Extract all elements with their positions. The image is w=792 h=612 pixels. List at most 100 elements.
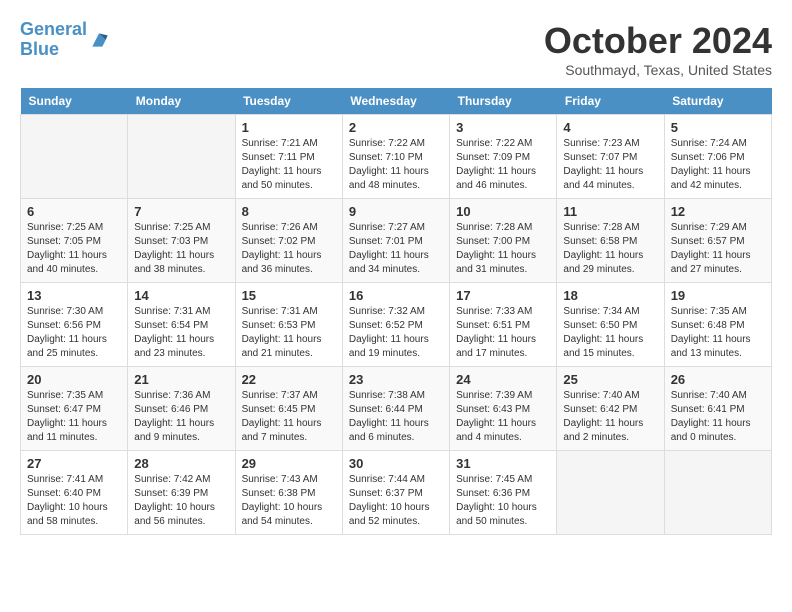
day-number: 10: [456, 204, 550, 219]
logo-icon: [89, 30, 109, 50]
day-info: Sunrise: 7:37 AM Sunset: 6:45 PM Dayligh…: [242, 389, 336, 445]
calendar-cell: [21, 115, 128, 199]
calendar-cell: 23 Sunrise: 7:38 AM Sunset: 6:44 PM Dayli…: [342, 367, 449, 451]
calendar-cell: [664, 451, 771, 535]
day-info: Sunrise: 7:33 AM Sunset: 6:51 PM Dayligh…: [456, 305, 550, 361]
month-title: October 2024: [544, 20, 772, 62]
day-number: 5: [671, 120, 765, 135]
logo-general: General: [20, 19, 87, 39]
day-info: Sunrise: 7:35 AM Sunset: 6:47 PM Dayligh…: [27, 389, 121, 445]
calendar-cell: 11Sunrise: 7:28 AM Sunset: 6:58 PM Dayli…: [557, 199, 664, 283]
logo-text: General Blue: [20, 20, 87, 60]
day-number: 15: [242, 288, 336, 303]
calendar-cell: 25 Sunrise: 7:40 AM Sunset: 6:42 PM Dayli…: [557, 367, 664, 451]
calendar-cell: 7Sunrise: 7:25 AM Sunset: 7:03 PM Daylig…: [128, 199, 235, 283]
day-info: Sunrise: 7:32 AM Sunset: 6:52 PM Dayligh…: [349, 305, 443, 361]
calendar-cell: 31 Sunrise: 7:45 AM Sunset: 6:36 PM Dayli…: [450, 451, 557, 535]
day-info: Sunrise: 7:40 AM Sunset: 6:42 PM Dayligh…: [563, 389, 657, 445]
calendar-cell: 24 Sunrise: 7:39 AM Sunset: 6:43 PM Dayli…: [450, 367, 557, 451]
day-info: Sunrise: 7:34 AM Sunset: 6:50 PM Dayligh…: [563, 305, 657, 361]
week-row-5: 27 Sunrise: 7:41 AM Sunset: 6:40 PM Dayli…: [21, 451, 772, 535]
day-number: 18: [563, 288, 657, 303]
header-wednesday: Wednesday: [342, 88, 449, 115]
week-row-1: 1Sunrise: 7:21 AM Sunset: 7:11 PM Daylig…: [21, 115, 772, 199]
calendar-cell: 6 Sunrise: 7:25 AM Sunset: 7:05 PM Daylig…: [21, 199, 128, 283]
day-number: 29: [242, 456, 336, 471]
calendar-cell: 13 Sunrise: 7:30 AM Sunset: 6:56 PM Dayli…: [21, 283, 128, 367]
calendar-cell: 22 Sunrise: 7:37 AM Sunset: 6:45 PM Dayli…: [235, 367, 342, 451]
day-number: 17: [456, 288, 550, 303]
calendar-cell: 4Sunrise: 7:23 AM Sunset: 7:07 PM Daylig…: [557, 115, 664, 199]
day-number: 8: [242, 204, 336, 219]
day-info: Sunrise: 7:31 AM Sunset: 6:53 PM Dayligh…: [242, 305, 336, 361]
day-info: Sunrise: 7:25 AM Sunset: 7:05 PM Dayligh…: [27, 221, 121, 277]
calendar-body: 1Sunrise: 7:21 AM Sunset: 7:11 PM Daylig…: [21, 115, 772, 535]
day-info: Sunrise: 7:27 AM Sunset: 7:01 PM Dayligh…: [349, 221, 443, 277]
day-number: 19: [671, 288, 765, 303]
day-number: 31: [456, 456, 550, 471]
day-info: Sunrise: 7:40 AM Sunset: 6:41 PM Dayligh…: [671, 389, 765, 445]
calendar-cell: 9 Sunrise: 7:27 AM Sunset: 7:01 PM Daylig…: [342, 199, 449, 283]
day-info: Sunrise: 7:35 AM Sunset: 6:48 PM Dayligh…: [671, 305, 765, 361]
calendar-cell: 8 Sunrise: 7:26 AM Sunset: 7:02 PM Daylig…: [235, 199, 342, 283]
day-number: 30: [349, 456, 443, 471]
calendar-cell: 20Sunrise: 7:35 AM Sunset: 6:47 PM Dayli…: [21, 367, 128, 451]
calendar-cell: 3 Sunrise: 7:22 AM Sunset: 7:09 PM Daylig…: [450, 115, 557, 199]
header-monday: Monday: [128, 88, 235, 115]
day-number: 3: [456, 120, 550, 135]
day-number: 24: [456, 372, 550, 387]
calendar-cell: 26Sunrise: 7:40 AM Sunset: 6:41 PM Dayli…: [664, 367, 771, 451]
day-info: Sunrise: 7:24 AM Sunset: 7:06 PM Dayligh…: [671, 137, 765, 193]
calendar-cell: 2Sunrise: 7:22 AM Sunset: 7:10 PM Daylig…: [342, 115, 449, 199]
day-info: Sunrise: 7:41 AM Sunset: 6:40 PM Dayligh…: [27, 473, 121, 529]
day-info: Sunrise: 7:21 AM Sunset: 7:11 PM Dayligh…: [242, 137, 336, 193]
calendar-cell: 28 Sunrise: 7:42 AM Sunset: 6:39 PM Dayli…: [128, 451, 235, 535]
page-header: General Blue October 2024 Southmayd, Tex…: [20, 20, 772, 78]
day-info: Sunrise: 7:45 AM Sunset: 6:36 PM Dayligh…: [456, 473, 550, 529]
day-number: 14: [134, 288, 228, 303]
header-saturday: Saturday: [664, 88, 771, 115]
day-info: Sunrise: 7:28 AM Sunset: 7:00 PM Dayligh…: [456, 221, 550, 277]
calendar-cell: 10 Sunrise: 7:28 AM Sunset: 7:00 PM Dayli…: [450, 199, 557, 283]
day-info: Sunrise: 7:36 AM Sunset: 6:46 PM Dayligh…: [134, 389, 228, 445]
calendar-cell: 16Sunrise: 7:32 AM Sunset: 6:52 PM Dayli…: [342, 283, 449, 367]
calendar-cell: 15 Sunrise: 7:31 AM Sunset: 6:53 PM Dayli…: [235, 283, 342, 367]
calendar-cell: 1Sunrise: 7:21 AM Sunset: 7:11 PM Daylig…: [235, 115, 342, 199]
header-thursday: Thursday: [450, 88, 557, 115]
day-info: Sunrise: 7:44 AM Sunset: 6:37 PM Dayligh…: [349, 473, 443, 529]
day-info: Sunrise: 7:39 AM Sunset: 6:43 PM Dayligh…: [456, 389, 550, 445]
calendar-cell: 19 Sunrise: 7:35 AM Sunset: 6:48 PM Dayli…: [664, 283, 771, 367]
day-info: Sunrise: 7:26 AM Sunset: 7:02 PM Dayligh…: [242, 221, 336, 277]
day-number: 25: [563, 372, 657, 387]
week-row-3: 13 Sunrise: 7:30 AM Sunset: 6:56 PM Dayli…: [21, 283, 772, 367]
header-row: SundayMondayTuesdayWednesdayThursdayFrid…: [21, 88, 772, 115]
day-info: Sunrise: 7:30 AM Sunset: 6:56 PM Dayligh…: [27, 305, 121, 361]
day-number: 4: [563, 120, 657, 135]
calendar-cell: 14 Sunrise: 7:31 AM Sunset: 6:54 PM Dayli…: [128, 283, 235, 367]
day-number: 13: [27, 288, 121, 303]
day-info: Sunrise: 7:31 AM Sunset: 6:54 PM Dayligh…: [134, 305, 228, 361]
day-number: 7: [134, 204, 228, 219]
day-info: Sunrise: 7:22 AM Sunset: 7:09 PM Dayligh…: [456, 137, 550, 193]
calendar-cell: 17 Sunrise: 7:33 AM Sunset: 6:51 PM Dayli…: [450, 283, 557, 367]
day-number: 9: [349, 204, 443, 219]
calendar-cell: 18 Sunrise: 7:34 AM Sunset: 6:50 PM Dayli…: [557, 283, 664, 367]
calendar-cell: 27 Sunrise: 7:41 AM Sunset: 6:40 PM Dayli…: [21, 451, 128, 535]
day-number: 28: [134, 456, 228, 471]
calendar-cell: 12Sunrise: 7:29 AM Sunset: 6:57 PM Dayli…: [664, 199, 771, 283]
day-info: Sunrise: 7:38 AM Sunset: 6:44 PM Dayligh…: [349, 389, 443, 445]
day-number: 12: [671, 204, 765, 219]
day-number: 22: [242, 372, 336, 387]
day-number: 21: [134, 372, 228, 387]
day-number: 23: [349, 372, 443, 387]
day-info: Sunrise: 7:43 AM Sunset: 6:38 PM Dayligh…: [242, 473, 336, 529]
day-number: 6: [27, 204, 121, 219]
logo-blue: Blue: [20, 39, 59, 59]
day-number: 11: [563, 204, 657, 219]
title-block: October 2024 Southmayd, Texas, United St…: [544, 20, 772, 78]
calendar-cell: 29 Sunrise: 7:43 AM Sunset: 6:38 PM Dayli…: [235, 451, 342, 535]
day-number: 27: [27, 456, 121, 471]
day-info: Sunrise: 7:42 AM Sunset: 6:39 PM Dayligh…: [134, 473, 228, 529]
calendar-cell: [128, 115, 235, 199]
day-info: Sunrise: 7:22 AM Sunset: 7:10 PM Dayligh…: [349, 137, 443, 193]
